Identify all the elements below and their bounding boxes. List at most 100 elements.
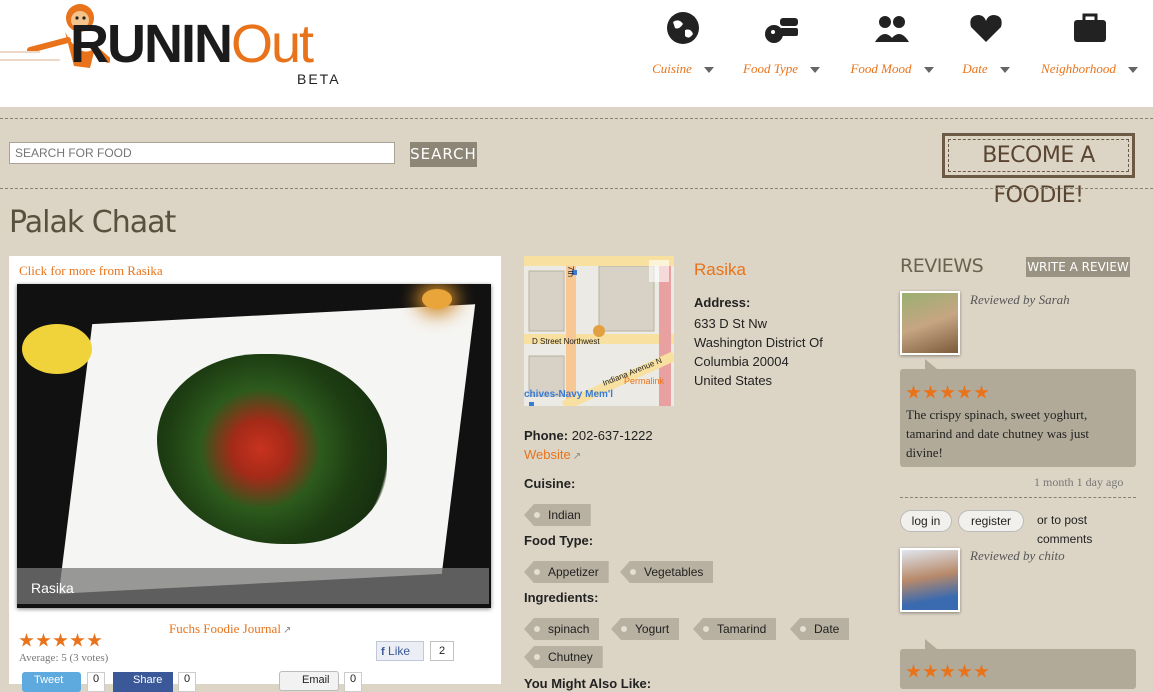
star-icon [906,385,921,399]
register-button[interactable]: register [958,510,1024,532]
location-map[interactable]: D Street Northwest Indiana Avenue N Perm… [524,256,674,406]
facebook-share-button[interactable]: Share [113,672,173,692]
average-rating: Average: 5 (3 votes) [19,652,109,664]
address-line: Washington District Of [694,335,823,350]
write-review-button[interactable]: WRITE A REVIEW [1026,257,1130,277]
ingredient-tag[interactable]: Date [790,618,850,640]
map-graphic: D Street Northwest Indiana Avenue N Perm… [524,256,674,406]
review-stars [906,664,991,684]
nav-item-food-type[interactable]: Food Type [739,8,824,77]
like-count: 2 [430,641,454,661]
tweet-button[interactable]: Tweet [22,672,81,692]
map-permalink[interactable]: Permalink [624,376,665,386]
food-type-label: Food Type: [524,533,594,548]
reviewer-name: Reviewed by Sarah [970,292,1070,307]
phone-value: 202-637-1222 [571,428,653,443]
avatar[interactable] [900,291,960,355]
reviews-title: REVIEWS [900,255,984,277]
food-icon [764,18,798,43]
phone-row: Phone: 202-637-1222 [524,428,653,443]
map-street-label: D Street Northwest [532,337,600,346]
address-line: 633 D St Nw [694,316,767,331]
login-button[interactable]: log in [900,510,952,532]
lemon-shape [22,324,92,374]
avatar[interactable] [900,548,960,612]
phone-label: Phone: [524,428,569,443]
star-icon [923,385,938,399]
nav-item-food-mood[interactable]: Food Mood [848,8,936,77]
become-foodie-button[interactable]: BECOME A FOODIE! [942,133,1135,208]
food-type-tag[interactable]: Vegetables [620,561,714,583]
review-text: The crispy spinach, sweet yoghurt, tamar… [906,407,1090,460]
tweet-count: 0 [87,672,105,692]
food-type-tag[interactable]: Appetizer [524,561,609,583]
star-icon[interactable] [87,633,102,647]
star-icon[interactable] [19,633,34,647]
cuisine-tag[interactable]: Indian [524,504,591,526]
nav-label-food-type: Food Type [743,61,798,76]
cuisine-label: Cuisine: [524,476,576,491]
beta-badge: BETA [297,71,341,87]
candle-shape [422,289,452,309]
page-title: Palak Chaat [9,205,176,240]
rating-stars[interactable] [19,633,104,653]
photo-caption-bar [17,568,489,604]
external-link-icon: ↗ [282,625,292,636]
star-icon [906,664,921,678]
nav-label-cuisine: Cuisine [652,61,692,76]
nav-item-date[interactable]: Date [961,8,1011,77]
reviewer-name: Reviewed by chito [970,548,1065,563]
chevron-down-icon [999,67,1010,74]
people-icon [875,16,909,42]
click-more-link[interactable]: Click for more from Rasika [19,263,163,279]
post-note: or to post comments [1037,513,1093,546]
external-link-icon: ↗ [572,451,582,462]
photo-caption: Rasika [31,580,74,596]
website-label: Website [524,447,571,462]
star-icon [957,385,972,399]
star-icon [923,664,938,678]
email-count: 0 [344,672,362,692]
logo-wordmark: RUNINOut [70,14,314,74]
review-stars [906,385,991,405]
ingredients-label: Ingredients: [524,590,599,605]
ingredient-tag[interactable]: Chutney [524,646,603,668]
nav-label-neighborhood: Neighborhood [1041,61,1116,76]
heart-icon [970,15,1002,42]
logo[interactable]: RUNINOut BETA [0,0,360,100]
journal-link[interactable]: Fuchs Foodie Journal ↗ [169,621,291,637]
ingredient-tag[interactable]: Yogurt [611,618,680,640]
star-icon[interactable] [70,633,85,647]
nav-label-date: Date [962,61,988,76]
star-icon [974,664,989,678]
chevron-down-icon [703,67,714,74]
nav-label-food-mood: Food Mood [850,61,912,76]
email-button[interactable]: Email [279,671,339,691]
nav-item-neighborhood[interactable]: Neighborhood [1037,8,1142,77]
search-button[interactable]: SEARCH [410,142,477,167]
star-icon [940,385,955,399]
chevron-down-icon [810,67,820,74]
facebook-like-button[interactable]: f Like [376,641,424,661]
globe-icon [667,12,699,44]
ingredient-tag[interactable]: Tamarind [693,618,777,640]
address-line: Columbia 20004 [694,354,789,369]
address-block: 633 D St Nw Washington District Of Colum… [694,314,823,390]
dish-photo[interactable]: Rasika [17,284,491,608]
address-line: United States [694,373,773,388]
star-icon[interactable] [53,633,68,647]
restaurant-name[interactable]: Rasika [694,260,746,280]
ingredient-tag[interactable]: spinach [524,618,600,640]
briefcase-icon [1073,13,1106,42]
divider [0,188,1153,189]
star-icon[interactable] [36,633,51,647]
nav-item-cuisine[interactable]: Cuisine [648,8,718,77]
website-link[interactable]: Website ↗ [524,447,581,462]
search-input[interactable] [9,142,395,164]
address-label: Address: [694,295,751,310]
logo-runin: RUNIN [70,14,233,74]
logo-out: Out [231,14,314,74]
review-time: 1 month 1 day ago [1034,475,1124,489]
star-icon [974,385,989,399]
divider [0,118,1153,119]
